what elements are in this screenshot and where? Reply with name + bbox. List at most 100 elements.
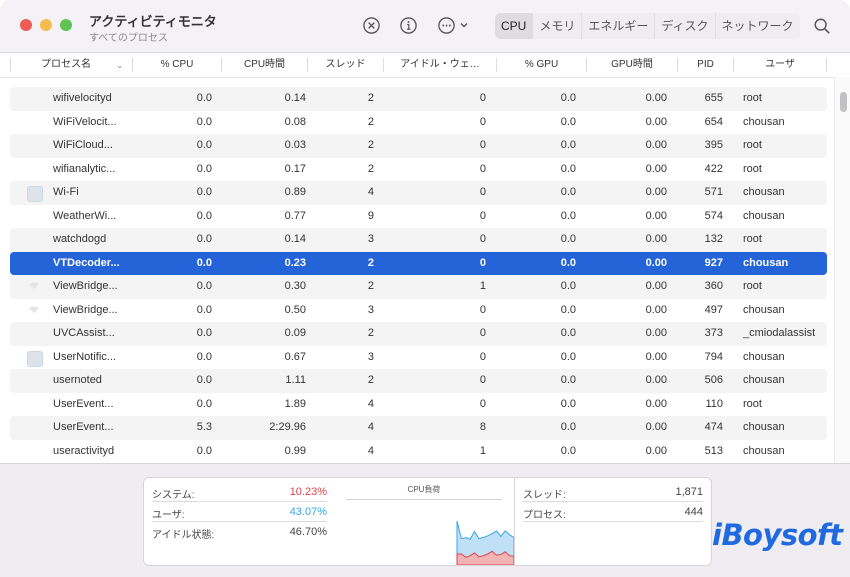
process-row[interactable]: wifianalytic... 0.0 0.17 2 0 0.0 0.00 422 root [10,158,827,182]
processes-stat: プロセス: 444 [523,502,703,522]
tab-disk[interactable]: ディスク [655,13,716,39]
tab-energy[interactable]: エネルギー [582,13,656,39]
system-label: システム: [152,490,195,501]
user-cell: chousan [743,350,785,363]
pid-cell: 474 [704,421,723,433]
view-tabs: CPU メモリ エネルギー ディスク ネットワーク [495,13,800,39]
cpu-time-cell: 0.67 [284,350,306,363]
tab-cpu[interactable]: CPU [495,13,534,39]
column-header: プロセス名 ⌄ % CPU CPU時間 スレッド アイドル・ウェ… % GPU … [0,53,850,78]
cpu-time-cell: 0.08 [284,115,306,128]
column-threads[interactable]: スレッド [308,53,383,77]
vertical-scrollbar[interactable] [834,77,850,463]
tab-memory[interactable]: メモリ [533,13,583,39]
column-process-name[interactable]: プロセス名 [18,53,114,77]
stop-process-button[interactable] [360,14,382,36]
process-row[interactable]: UserEvent... 0.0 1.89 4 0 0.0 0.00 110 root [10,393,827,417]
column-gpu-percent[interactable]: % GPU [497,53,586,77]
column-cpu-time[interactable]: CPU時間 [222,53,307,77]
process-row[interactable]: WiFiCloud... 0.0 0.03 2 0 0.0 0.00 395 root [10,134,827,158]
search-button[interactable] [811,15,833,37]
sort-chevron-down-icon[interactable]: ⌄ [116,53,124,77]
gpu-time-cell: 0.00 [645,115,667,128]
column-user[interactable]: ユーザ [734,53,826,77]
column-gpu-time[interactable]: GPU時間 [587,53,677,77]
gpu-time-cell: 0.00 [645,233,667,245]
idle-wake-ups-cell: 0 [479,303,486,316]
process-row[interactable]: wifivelocityd 0.0 0.14 2 0 0.0 0.00 655 root [10,87,827,111]
more-actions-button[interactable] [437,14,475,36]
process-name-cell: ViewBridge... [53,280,118,292]
idle-label: アイドル状態: [152,530,215,541]
gpu-percent-cell: 0.0 [560,115,576,128]
gpu-percent-cell: 0.0 [560,444,576,457]
process-row[interactable]: VTDecoder... 0.0 0.23 2 0 0.0 0.00 927 chousan [10,251,827,275]
process-table: wifivelocityd 0.0 0.14 2 0 0.0 0.00 655 root WiFi… [10,87,827,463]
idle-wake-ups-cell: 0 [479,92,486,104]
inspect-process-button[interactable] [397,14,419,36]
title-bar: アクティビティモニタ すべてのプロセス CPU メモリ エネルギー ディスク ネ… [0,0,850,53]
idle-wake-ups-cell: 8 [479,421,486,433]
threads-cell: 4 [367,444,374,457]
gpu-time-cell: 0.00 [645,327,667,339]
column-pid[interactable]: PID [678,53,733,77]
process-row[interactable]: WiFiVelocit... 0.0 0.08 2 0 0.0 0.00 654 chousan [10,111,827,135]
scrollbar-thumb[interactable] [840,92,847,112]
threads-cell: 4 [367,397,374,410]
process-row[interactable]: ViewBridge... 0.0 0.50 3 0 0.0 0.00 497 chousan [10,299,827,323]
minimize-window-button[interactable] [40,19,52,31]
gpu-percent-cell: 0.0 [560,350,576,363]
threads-stat: スレッド: 1,871 [523,482,703,502]
user-cell: chousan [743,115,785,128]
gpu-percent-cell: 0.0 [560,374,576,386]
process-row[interactable]: UVCAssist... 0.0 0.09 2 0 0.0 0.00 373 _cmiodala… [10,322,827,346]
threads-cell: 2 [367,327,374,339]
process-row[interactable]: UserEvent... 5.3 2:29.96 4 8 0.0 0.00 474 chousa… [10,416,827,440]
gpu-percent-cell: 0.0 [560,162,576,175]
process-row[interactable]: Wi-Fi 0.0 0.89 4 0 0.0 0.00 571 chousan [10,181,827,205]
threads-cell: 2 [367,162,374,175]
window-title: アクティビティモニタ [89,14,217,29]
cpu-percent-cell: 0.0 [196,350,212,363]
process-row[interactable]: useractivityd 0.0 0.99 4 1 0.0 0.00 513 chousan [10,440,827,464]
tab-network[interactable]: ネットワーク [716,13,800,39]
cpu-time-cell: 0.30 [284,280,306,292]
column-idle-wake-ups[interactable]: アイドル・ウェ… [384,53,496,77]
cpu-percent-cell: 0.0 [196,233,212,245]
threads-cell: 4 [367,186,374,198]
process-name-cell: watchdogd [53,233,107,245]
process-row[interactable]: watchdogd 0.0 0.14 3 0 0.0 0.00 132 root [10,228,827,252]
user-label: ユーザ: [152,510,185,521]
threads-cell: 4 [367,421,374,433]
user-cell: chousan [743,209,785,222]
process-name-cell: WiFiVelocit... [53,115,117,128]
column-cpu-percent[interactable]: % CPU [133,53,221,77]
cpu-percent-cell: 0.0 [196,444,212,457]
gpu-time-cell: 0.00 [645,139,667,151]
cpu-time-cell: 0.50 [284,303,306,316]
gpu-time-cell: 0.00 [645,256,667,269]
process-name-cell: WeatherWi... [53,209,117,222]
cpu-percent-cell: 0.0 [196,186,212,198]
gpu-percent-cell: 0.0 [560,421,576,433]
process-row[interactable]: usernoted 0.0 1.11 2 0 0.0 0.00 506 chousan [10,369,827,393]
zoom-window-button[interactable] [60,19,72,31]
process-row[interactable]: ViewBridge... 0.0 0.30 2 1 0.0 0.00 360 root [10,275,827,299]
cpu-percent-cell: 0.0 [196,256,212,269]
process-row[interactable]: UserNotific... 0.0 0.67 3 0 0.0 0.00 794 chousan [10,346,827,370]
cpu-percent-cell: 0.0 [196,115,212,128]
close-window-button[interactable] [20,19,32,31]
idle-wake-ups-cell: 0 [479,115,486,128]
processes-label: プロセス: [523,510,566,521]
process-name-cell: Wi-Fi [53,186,79,198]
pid-cell: 574 [704,209,723,222]
cpu-percent-cell: 0.0 [196,280,212,292]
process-row[interactable]: WeatherWi... 0.0 0.77 9 0 0.0 0.00 574 chousan [10,205,827,229]
pid-cell: 395 [704,139,723,151]
threads-value: 1,871 [675,486,703,498]
cpu-percent-cell: 5.3 [196,421,212,433]
window-subtitle: すべてのプロセス [89,33,168,44]
idle-wake-ups-cell: 0 [479,350,486,363]
threads-cell: 2 [367,280,374,292]
gpu-time-cell: 0.00 [645,397,667,410]
